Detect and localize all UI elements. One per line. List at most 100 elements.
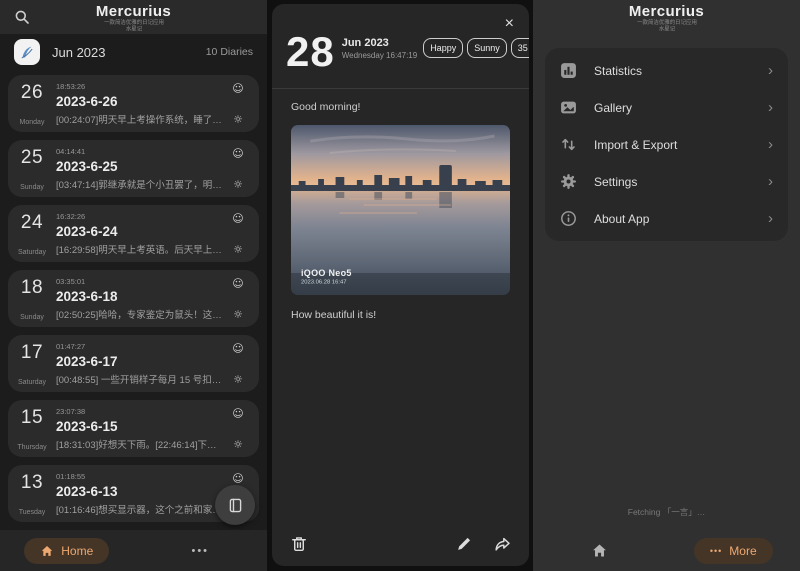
diary-list-screen: Mercurius 一款简洁优雅的日记应用 水星记 Jun 2023 10 Di…: [0, 0, 267, 571]
gear-icon: [560, 173, 577, 190]
weather-sun-icon: ☼: [233, 309, 243, 320]
detail-weekday-time: Wednesday 16:47:19: [342, 51, 417, 61]
entry-time: 03:35:01: [56, 277, 225, 286]
detail-toolbar: [272, 522, 529, 566]
entry-preview: [16:29:58]明天早上考英语。后天早上…: [56, 242, 225, 256]
chevron-right-icon: ›: [768, 63, 773, 78]
entry-time: 23:07:38: [56, 407, 225, 416]
entry-preview: [01:16:46]想买显示器，这个之前和家…: [56, 502, 225, 516]
entry-day: 15: [21, 407, 43, 429]
detail-day: 28: [286, 32, 335, 72]
diary-card[interactable]: 18Sunday 03:35:012023-6-18[02:50:25]哈哈，专…: [8, 270, 259, 327]
nav-more-button[interactable]: •••: [191, 545, 209, 557]
new-diary-fab[interactable]: [215, 485, 255, 525]
entry-preview: [00:24:07]明天早上考操作系统，睡了…: [56, 112, 225, 126]
entry-time: 01:18:55: [56, 472, 225, 481]
diary-photo[interactable]: iQOO Neo5 2023.06.28 16:47: [291, 125, 510, 295]
mood-smiley-icon: ☺: [232, 343, 243, 354]
diary-card[interactable]: 17 Saturday 01:47:27 2023-6-17 [00:48:55] 一…: [8, 335, 259, 392]
app-header: Mercurius 一款简洁优雅的日记应用 水星记: [0, 0, 267, 34]
image-icon: [560, 99, 577, 116]
menu-item-about[interactable]: About App ›: [545, 200, 788, 237]
bar-chart-icon: [560, 62, 577, 79]
home-icon: [591, 542, 608, 559]
entry-date: 2023-6-24: [56, 224, 225, 239]
app-title: Mercurius: [90, 4, 178, 19]
entry-time: 01:47:27: [56, 342, 225, 351]
diary-detail-card: × 28 Jun 2023 Wednesday 16:47:19 Happy S…: [272, 4, 529, 566]
detail-chips: Happy Sunny 35 Words: [423, 38, 529, 58]
entry-time: 18:53:26: [56, 82, 225, 91]
detail-month-year: Jun 2023: [342, 37, 417, 51]
weather-sun-icon: ☼: [233, 439, 243, 450]
chip-word-count[interactable]: 35 Words: [511, 38, 529, 58]
share-button[interactable]: [493, 535, 511, 553]
info-icon: [560, 210, 577, 227]
entry-preview: [18:31:03]好想天下雨。[22:46:14]下雨…: [56, 437, 225, 451]
detail-header: 28 Jun 2023 Wednesday 16:47:19 Happy Sun…: [272, 4, 529, 72]
entry-date: 2023-6-13: [56, 484, 225, 499]
diary-card[interactable]: 26Monday 18:53:262023-6-26[00:24:07]明天早上…: [8, 75, 259, 132]
entry-preview: [02:50:25]哈哈，专家鉴定为鼠头！这…: [56, 307, 225, 321]
search-icon[interactable]: [14, 9, 30, 25]
weather-sun-icon: ☼: [233, 114, 243, 125]
entry-weekday: Sunday: [20, 314, 44, 321]
diary-card[interactable]: 25Sunday 04:14:412023-6-25[03:47:14]郭继承就…: [8, 140, 259, 197]
diary-card-list: 26Monday 18:53:262023-6-26[00:24:07]明天早上…: [0, 70, 267, 522]
app-header: Mercurius 一款简洁优雅的日记应用 水星记: [533, 0, 800, 34]
entry-date: 2023-6-17: [56, 354, 225, 369]
entry-date: 2023-6-15: [56, 419, 225, 434]
nav-more-button[interactable]: ••• More: [694, 538, 773, 564]
entry-weekday: Saturday: [18, 249, 46, 256]
chevron-right-icon: ›: [768, 100, 773, 115]
diary-detail-screen: × 28 Jun 2023 Wednesday 16:47:19 Happy S…: [267, 0, 533, 571]
chip-mood[interactable]: Happy: [423, 38, 463, 58]
weather-sun-icon: ☼: [233, 179, 243, 190]
chevron-right-icon: ›: [768, 137, 773, 152]
entry-day: 25: [21, 147, 43, 169]
bottom-nav: Home •••: [0, 530, 267, 571]
home-icon: [40, 544, 54, 558]
app-subtitle: 一款简洁优雅的日记应用 水星记: [104, 19, 164, 33]
entry-weekday: Monday: [20, 119, 45, 126]
entry-day: 13: [21, 472, 43, 494]
menu-item-import-export[interactable]: Import & Export ›: [545, 126, 788, 163]
close-icon[interactable]: ×: [505, 16, 514, 32]
hitokoto-fetching-text: Fetching 「一言」…: [533, 506, 800, 518]
app-logo-icon[interactable]: [14, 39, 40, 65]
mood-smiley-icon: ☺: [232, 148, 243, 159]
nav-home-label: Home: [61, 544, 93, 558]
entry-day: 17: [21, 342, 43, 364]
entry-weekday: Saturday: [18, 379, 46, 386]
photo-watermark: iQOO Neo5 2023.06.28 16:47: [301, 268, 352, 287]
entry-time: 04:14:41: [56, 147, 225, 156]
chip-weather[interactable]: Sunny: [467, 38, 507, 58]
arrows-up-down-icon: [560, 136, 577, 153]
diary-text: Good morning!: [291, 101, 510, 113]
entry-date: 2023-6-25: [56, 159, 225, 174]
entry-time: 16:32:26: [56, 212, 225, 221]
entry-day: 24: [21, 212, 43, 234]
edit-button[interactable]: [455, 535, 473, 553]
nav-home-button[interactable]: Home: [24, 538, 109, 564]
entry-date: 2023-6-26: [56, 94, 225, 109]
entry-weekday: Tuesday: [19, 509, 46, 516]
mood-smiley-icon: ☺: [232, 473, 243, 484]
diary-card[interactable]: 24 Saturday 16:32:26 2023-6-24 [16:29:58]明天…: [8, 205, 259, 262]
menu-item-gallery[interactable]: Gallery ›: [545, 89, 788, 126]
weather-sun-icon: ☼: [233, 374, 243, 385]
journal-icon: [227, 497, 244, 514]
chevron-right-icon: ›: [768, 174, 773, 189]
nav-more-label: More: [729, 544, 756, 558]
nav-home-button[interactable]: [591, 542, 608, 559]
mood-smiley-icon: ☺: [232, 278, 243, 289]
menu-item-statistics[interactable]: Statistics ›: [545, 52, 788, 89]
menu-item-settings[interactable]: Settings ›: [545, 163, 788, 200]
month-label: Jun 2023: [52, 45, 206, 60]
entry-preview: [00:48:55] 一些开销样子每月 15 号扣…: [56, 372, 225, 386]
mood-smiley-icon: ☺: [232, 213, 243, 224]
diary-text: How beautiful it is!: [291, 309, 510, 321]
delete-button[interactable]: [290, 535, 308, 553]
app-title: Mercurius: [623, 4, 711, 19]
diary-card[interactable]: 15Thursday 23:07:382023-6-15[18:31:03]好想…: [8, 400, 259, 457]
